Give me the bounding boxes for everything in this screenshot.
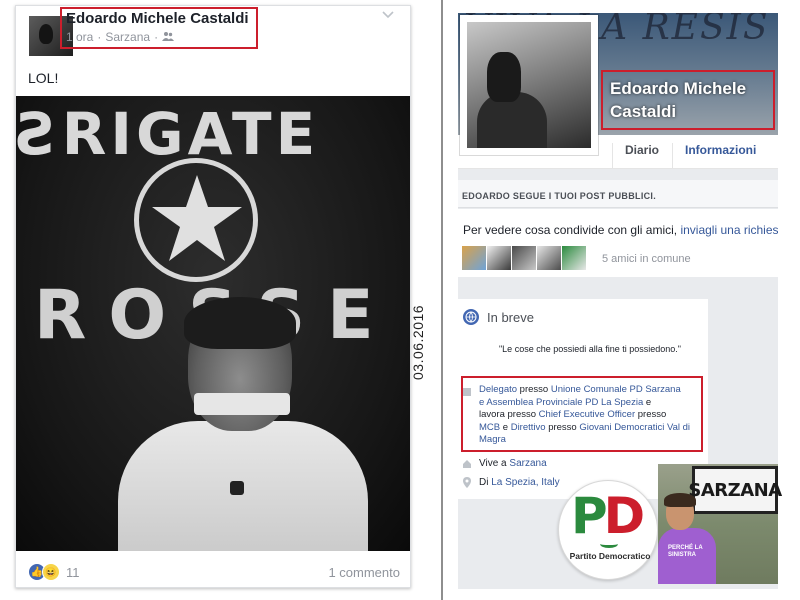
- work-lavora-presso: lavora presso: [479, 409, 537, 420]
- shirt-text: PERCHÉ LA SINISTRA: [668, 545, 703, 558]
- date-stamp-text: 03.06.2016: [410, 304, 426, 380]
- flag-top-text: ƧRIGATE: [16, 100, 320, 168]
- post-location[interactable]: Sarzana: [105, 30, 150, 44]
- pd-logo-caption: Partito Democratico: [569, 551, 651, 561]
- mutual-friend-avatar[interactable]: [487, 246, 511, 270]
- divider-line: [441, 0, 443, 600]
- star-icon: [152, 175, 242, 261]
- work-info: Delegato presso Unione Comunale PD Sarza…: [479, 384, 701, 447]
- post-footer: 👍 😆 11 1 commento: [28, 560, 400, 584]
- reaction-count[interactable]: 11: [66, 565, 80, 580]
- work-presso: presso: [519, 384, 549, 395]
- location-pin-icon: [462, 477, 472, 491]
- gagged-man-figure: [108, 297, 368, 551]
- meta-separator: ·: [154, 30, 159, 44]
- post-meta: 1 ora · Sarzana ·: [66, 30, 175, 44]
- sarzana-road-sign: SARZANA: [688, 466, 782, 514]
- friend-request-text: Per vedere cosa condivide con gli amici,…: [463, 223, 778, 237]
- screenshot-collage: Edoardo Michele Castaldi 1 ora · Sarzana…: [0, 0, 800, 600]
- post-text: LOL!: [28, 70, 59, 86]
- mutual-friends-thumbnails: [462, 246, 586, 270]
- man-hair: [184, 297, 296, 349]
- friend-request-prefix: Per vedere cosa condivide con gli amici,: [463, 223, 681, 237]
- follow-notice-text: EDOARDO SEGUE I TUOI POST PUBBLICI.: [462, 191, 657, 201]
- lives-city-link[interactable]: Sarzana: [509, 458, 546, 469]
- intro-quote: "Le cose che possiedi alla fine ti possi…: [498, 344, 681, 354]
- mutual-friend-avatar[interactable]: [562, 246, 586, 270]
- olive-branch-icon: [600, 540, 618, 548]
- mutual-friends-count[interactable]: 5 amici in comune: [602, 253, 691, 265]
- lapel-mic: [230, 481, 244, 495]
- work-role-ceo[interactable]: Chief Executive Officer: [539, 409, 635, 420]
- work-presso-2: presso: [637, 409, 667, 420]
- mutual-friend-avatar[interactable]: [462, 246, 486, 270]
- profile-name-line2: Castaldi: [610, 102, 677, 121]
- from-prefix: Di: [479, 477, 489, 488]
- mutual-friend-avatar[interactable]: [537, 246, 561, 270]
- from-city-link[interactable]: La Spezia, Italy: [491, 477, 559, 488]
- profile-name[interactable]: Edoardo Michele Castaldi: [610, 77, 775, 123]
- pd-logo-letters: PD: [571, 487, 645, 545]
- friend-request-link[interactable]: inviagli una richiesta di: [680, 223, 778, 237]
- work-role-direttivo[interactable]: Direttivo: [511, 422, 546, 433]
- briefcase-icon: [463, 388, 471, 396]
- work-org-assemblea[interactable]: e Assemblea Provinciale PD La Spezia: [479, 397, 643, 408]
- work-presso-3: presso: [548, 421, 577, 433]
- lives-in: Vive a Sarzana: [479, 458, 547, 469]
- lives-prefix: Vive a: [479, 458, 507, 469]
- pd-letter-d: D: [603, 487, 645, 545]
- post-photo[interactable]: ƧRIGATE ROSSE: [16, 96, 410, 551]
- profile-name-line1: Edoardo Michele: [610, 79, 747, 98]
- tab-informazioni[interactable]: Informazioni: [672, 143, 756, 169]
- haha-reaction-icon[interactable]: 😆: [42, 563, 60, 581]
- work-org-unione[interactable]: Unione Comunale PD Sarzana: [551, 384, 681, 395]
- meta-separator: ·: [97, 30, 102, 44]
- tape-gag: [194, 393, 290, 415]
- intro-title: In breve: [487, 310, 534, 325]
- comment-count[interactable]: 1 commento: [328, 565, 400, 580]
- star-emblem: [134, 158, 258, 282]
- profile-picture-image: [467, 22, 591, 148]
- home-icon: [462, 459, 472, 472]
- friends-audience-icon[interactable]: [162, 30, 175, 44]
- work-e: e: [502, 421, 509, 433]
- globe-icon: [463, 309, 479, 325]
- from-location: Di La Spezia, Italy: [479, 477, 560, 488]
- sarzana-sign-text: SARZANA: [688, 479, 782, 501]
- work-role-delegato[interactable]: Delegato: [479, 384, 517, 395]
- person-hair: [664, 493, 696, 507]
- post-time[interactable]: 1 ora: [66, 30, 93, 44]
- mutual-friend-avatar[interactable]: [512, 246, 536, 270]
- work-org-mcb[interactable]: MCB: [479, 422, 500, 433]
- post-author-name[interactable]: Edoardo Michele Castaldi: [66, 10, 249, 27]
- profile-picture[interactable]: [460, 15, 598, 155]
- pd-letter-p: P: [571, 487, 608, 545]
- work-conj: e: [645, 396, 652, 408]
- tab-diario[interactable]: Diario: [612, 143, 659, 169]
